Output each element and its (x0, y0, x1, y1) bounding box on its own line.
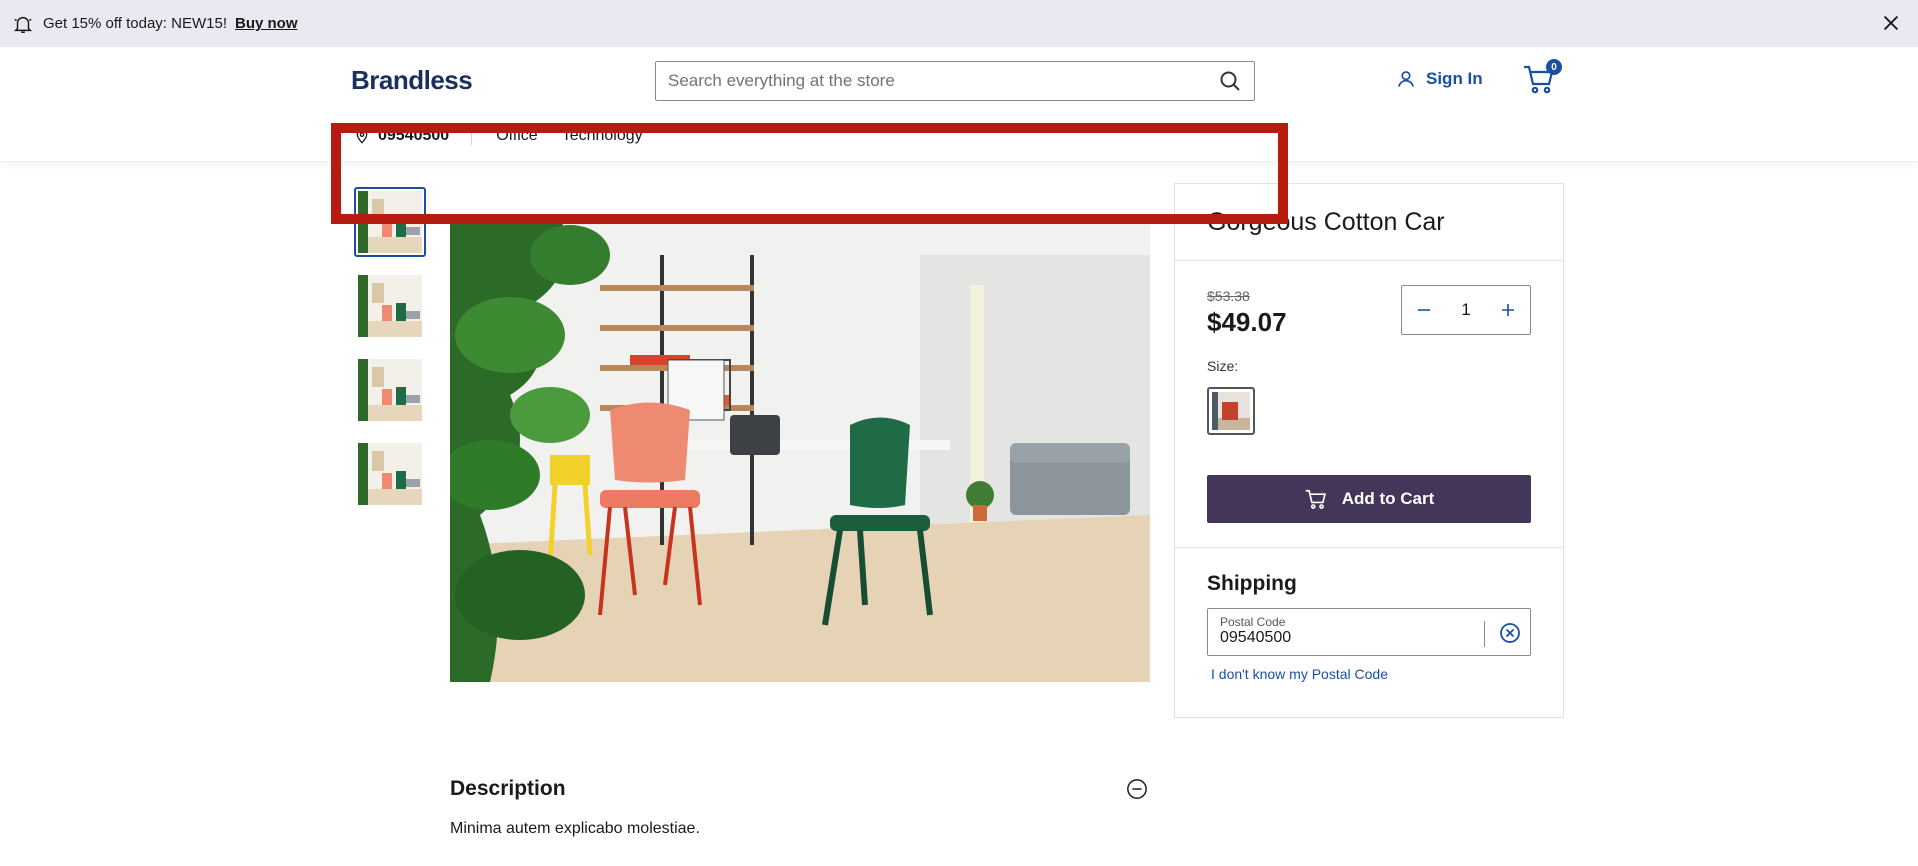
buy-now-link[interactable]: Buy now (235, 15, 298, 32)
search-box[interactable] (655, 61, 1255, 101)
sign-in-button[interactable]: Sign In (1396, 69, 1483, 89)
search-input[interactable] (668, 71, 1218, 91)
search-icon[interactable] (1218, 69, 1242, 93)
sign-in-label: Sign In (1426, 69, 1483, 88)
clear-circle-icon[interactable] (1498, 621, 1522, 645)
promo-text: Get 15% off today: NEW15! (43, 15, 227, 32)
postal-code-field-label: Postal Code (1220, 615, 1286, 629)
size-label: Size: (1207, 358, 1239, 374)
description-title: Description (450, 777, 566, 800)
thumbnail-image (358, 275, 422, 337)
product-title: Gorgeous Cotton Car (1207, 208, 1445, 236)
sub-navigation: 09540500 Office Technology (354, 127, 655, 145)
add-to-cart-button[interactable]: Add to Cart (1207, 475, 1531, 523)
location-pin-icon (356, 129, 368, 144)
sale-price: $49.07 (1207, 307, 1287, 337)
thumbnail-image (358, 359, 422, 421)
postal-selector[interactable]: 09540500 (354, 127, 473, 145)
product-panel: Gorgeous Cotton Car $53.38 $49.07 1 Size… (1174, 183, 1564, 718)
cart-count-badge: 0 (1546, 59, 1562, 75)
thumbnail-4[interactable] (354, 439, 426, 509)
nav-link-technology[interactable]: Technology (562, 127, 643, 145)
user-icon (1398, 71, 1414, 87)
divider (1175, 260, 1563, 261)
close-icon[interactable] (1880, 12, 1902, 34)
cart-button[interactable]: 0 (1522, 59, 1562, 95)
thumbnail-2[interactable] (354, 271, 426, 341)
product-main-image (450, 215, 1150, 682)
quantity-value[interactable]: 1 (1461, 300, 1470, 320)
shipping-title: Shipping (1207, 572, 1297, 595)
postal-code-input[interactable] (1220, 629, 1470, 647)
field-separator (1484, 621, 1485, 647)
description-text: Minima autem explicabo molestiae. (450, 820, 700, 837)
divider (1175, 547, 1563, 548)
postal-code-label: 09540500 (378, 127, 450, 144)
thumbnail-image (358, 191, 422, 253)
add-to-cart-label: Add to Cart (1341, 489, 1435, 508)
plus-icon[interactable] (1498, 300, 1518, 320)
collapse-minus-icon[interactable] (1126, 778, 1148, 800)
minus-icon[interactable] (1414, 300, 1434, 320)
unknown-postal-code-link[interactable]: I don't know my Postal Code (1211, 666, 1388, 682)
product-thumbnails (354, 187, 426, 509)
size-swatch[interactable] (1207, 387, 1255, 435)
thumbnail-image (358, 443, 422, 505)
announcement-bar: Get 15% off today: NEW15! Buy now (0, 0, 1918, 47)
postal-code-field: Postal Code (1207, 608, 1531, 656)
thumbnail-3[interactable] (354, 355, 426, 425)
cart-icon (1305, 489, 1326, 509)
quantity-stepper: 1 (1401, 285, 1531, 335)
thumbnail-1[interactable] (354, 187, 426, 257)
bell-icon (13, 16, 33, 33)
original-price: $53.38 (1207, 288, 1250, 304)
brand-logo[interactable]: Brandless (351, 65, 473, 96)
swatch-image (1212, 392, 1250, 430)
site-header: Brandless Sign In 0 09540500 Office Tech… (0, 47, 1918, 162)
nav-link-office[interactable]: Office (496, 127, 538, 145)
